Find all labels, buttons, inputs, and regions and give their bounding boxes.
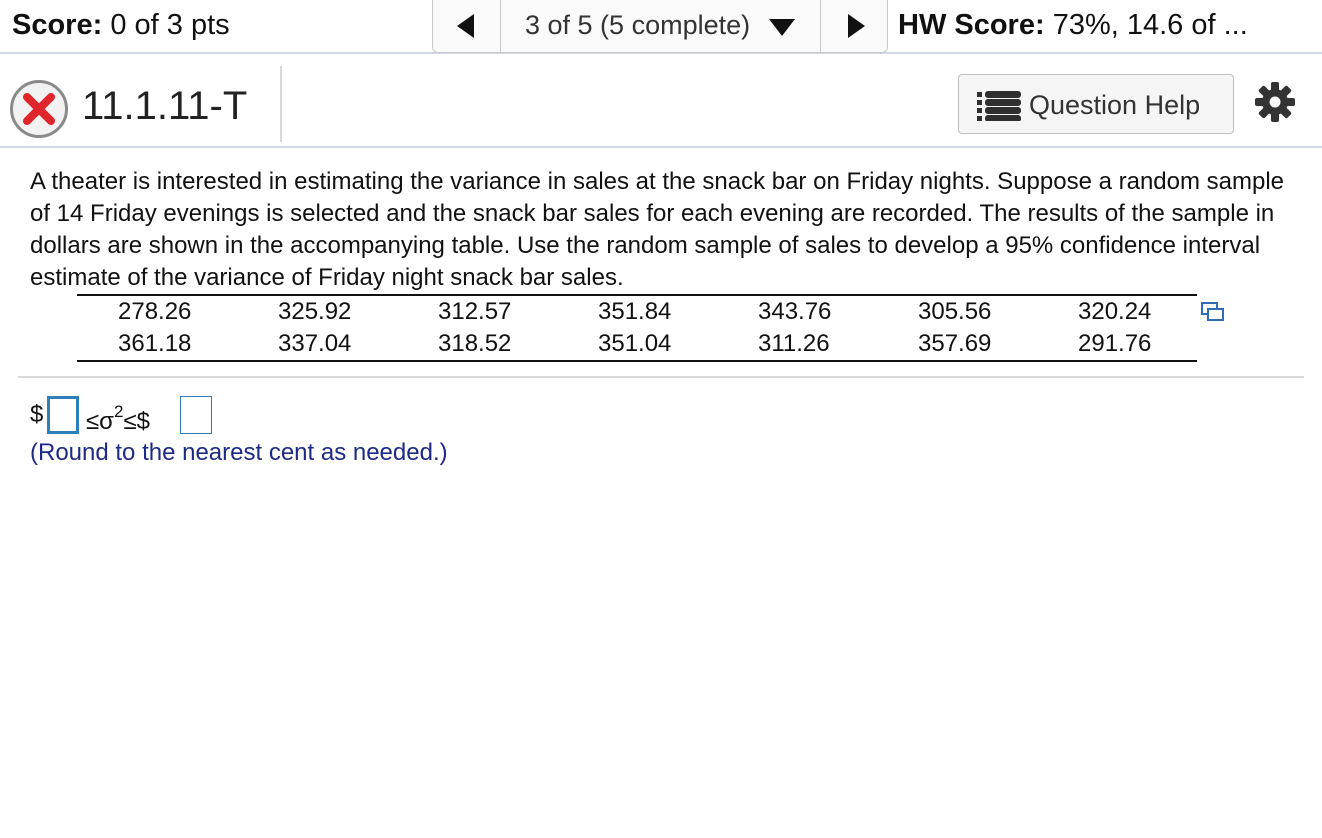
hw-score: HW Score: 73%, 14.6 of ... xyxy=(898,8,1248,42)
question-selector[interactable]: 3 of 5 (5 complete) xyxy=(501,0,820,52)
table-cell: 337.04 xyxy=(278,330,352,357)
question-text: A theater is interested in estimating th… xyxy=(30,168,1285,291)
copy-table-icon[interactable] xyxy=(1200,301,1226,323)
table-cell: 357.69 xyxy=(918,330,992,357)
table-cell: 351.84 xyxy=(598,298,672,325)
next-question-button[interactable] xyxy=(820,0,888,52)
question-help-button[interactable]: Question Help xyxy=(958,74,1234,134)
gear-icon[interactable] xyxy=(1255,82,1295,122)
table-cell: 311.26 xyxy=(758,330,830,357)
header-divider xyxy=(280,66,282,142)
hw-score-value: 73%, 14.6 of ... xyxy=(1052,9,1248,41)
question-help-label: Question Help xyxy=(1029,90,1201,120)
question-header: 11.1.11-T Question Help xyxy=(0,64,1322,148)
score-value: 0 of 3 pts xyxy=(110,9,230,41)
score: Score: 0 of 3 pts xyxy=(12,8,230,42)
triangle-down-icon xyxy=(769,19,795,36)
table-cell: 291.76 xyxy=(1078,330,1152,357)
previous-question-button[interactable] xyxy=(433,0,501,52)
table-cell: 278.26 xyxy=(118,298,192,325)
question-selector-label: 3 of 5 (5 complete) xyxy=(525,10,751,40)
upper-bound-input[interactable] xyxy=(180,396,212,434)
score-bar: Score: 0 of 3 pts 3 of 5 (5 complete) HW… xyxy=(0,0,1322,54)
table-row: 278.26 325.92 312.57 351.84 343.76 305.5… xyxy=(77,296,1197,328)
table-cell: 351.04 xyxy=(598,330,672,357)
list-icon xyxy=(977,91,1021,121)
question-navigator: 3 of 5 (5 complete) xyxy=(432,0,888,53)
rounding-note: (Round to the nearest cent as needed.) xyxy=(30,439,448,466)
table-cell: 312.57 xyxy=(438,298,512,325)
section-divider xyxy=(18,376,1304,378)
dollar-sign: $ xyxy=(30,401,44,428)
question-id: 11.1.11-T xyxy=(82,84,248,128)
triangle-right-icon xyxy=(848,14,865,38)
lower-bound-input[interactable] xyxy=(47,396,79,434)
table-cell: 325.92 xyxy=(278,298,352,325)
relation-sigma: ≤σ xyxy=(86,408,114,435)
triangle-left-icon xyxy=(457,14,474,38)
variance-relation: ≤σ2≤$ xyxy=(86,400,150,437)
table-cell: 318.52 xyxy=(438,330,512,357)
incorrect-x-icon xyxy=(10,80,68,138)
table-row: 361.18 337.04 318.52 351.04 311.26 357.6… xyxy=(77,328,1197,360)
hw-score-label: HW Score: xyxy=(898,9,1045,41)
sales-data-table: 278.26 325.92 312.57 351.84 343.76 305.5… xyxy=(77,294,1197,362)
table-cell: 305.56 xyxy=(918,298,992,325)
score-label: Score: xyxy=(12,9,103,41)
table-cell: 343.76 xyxy=(758,298,832,325)
table-cell: 361.18 xyxy=(118,330,192,357)
relation-end: ≤$ xyxy=(123,408,150,435)
sigma-exponent: 2 xyxy=(113,402,124,421)
table-cell: 320.24 xyxy=(1078,298,1152,325)
